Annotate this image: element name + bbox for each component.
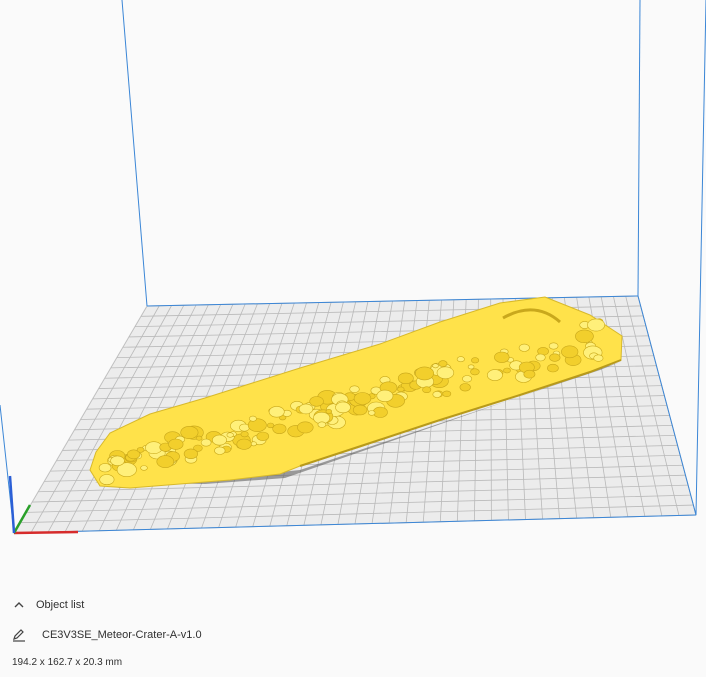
object-name[interactable]: CE3V3SE_Meteor-Crater-A-v1.0 bbox=[42, 629, 202, 641]
pencil-icon[interactable] bbox=[12, 628, 26, 642]
x-axis-line bbox=[13, 530, 79, 535]
chevron-up-icon bbox=[14, 602, 24, 608]
object-dimensions: 194.2 x 162.7 x 20.3 mm bbox=[12, 657, 123, 668]
object-list-label: Object list bbox=[36, 599, 85, 611]
object-list-toggle[interactable]: Object list bbox=[12, 598, 84, 612]
3d-viewport[interactable] bbox=[0, 0, 706, 590]
build-volume-scene bbox=[0, 0, 706, 590]
object-name-row: CE3V3SE_Meteor-Crater-A-v1.0 bbox=[12, 628, 202, 642]
